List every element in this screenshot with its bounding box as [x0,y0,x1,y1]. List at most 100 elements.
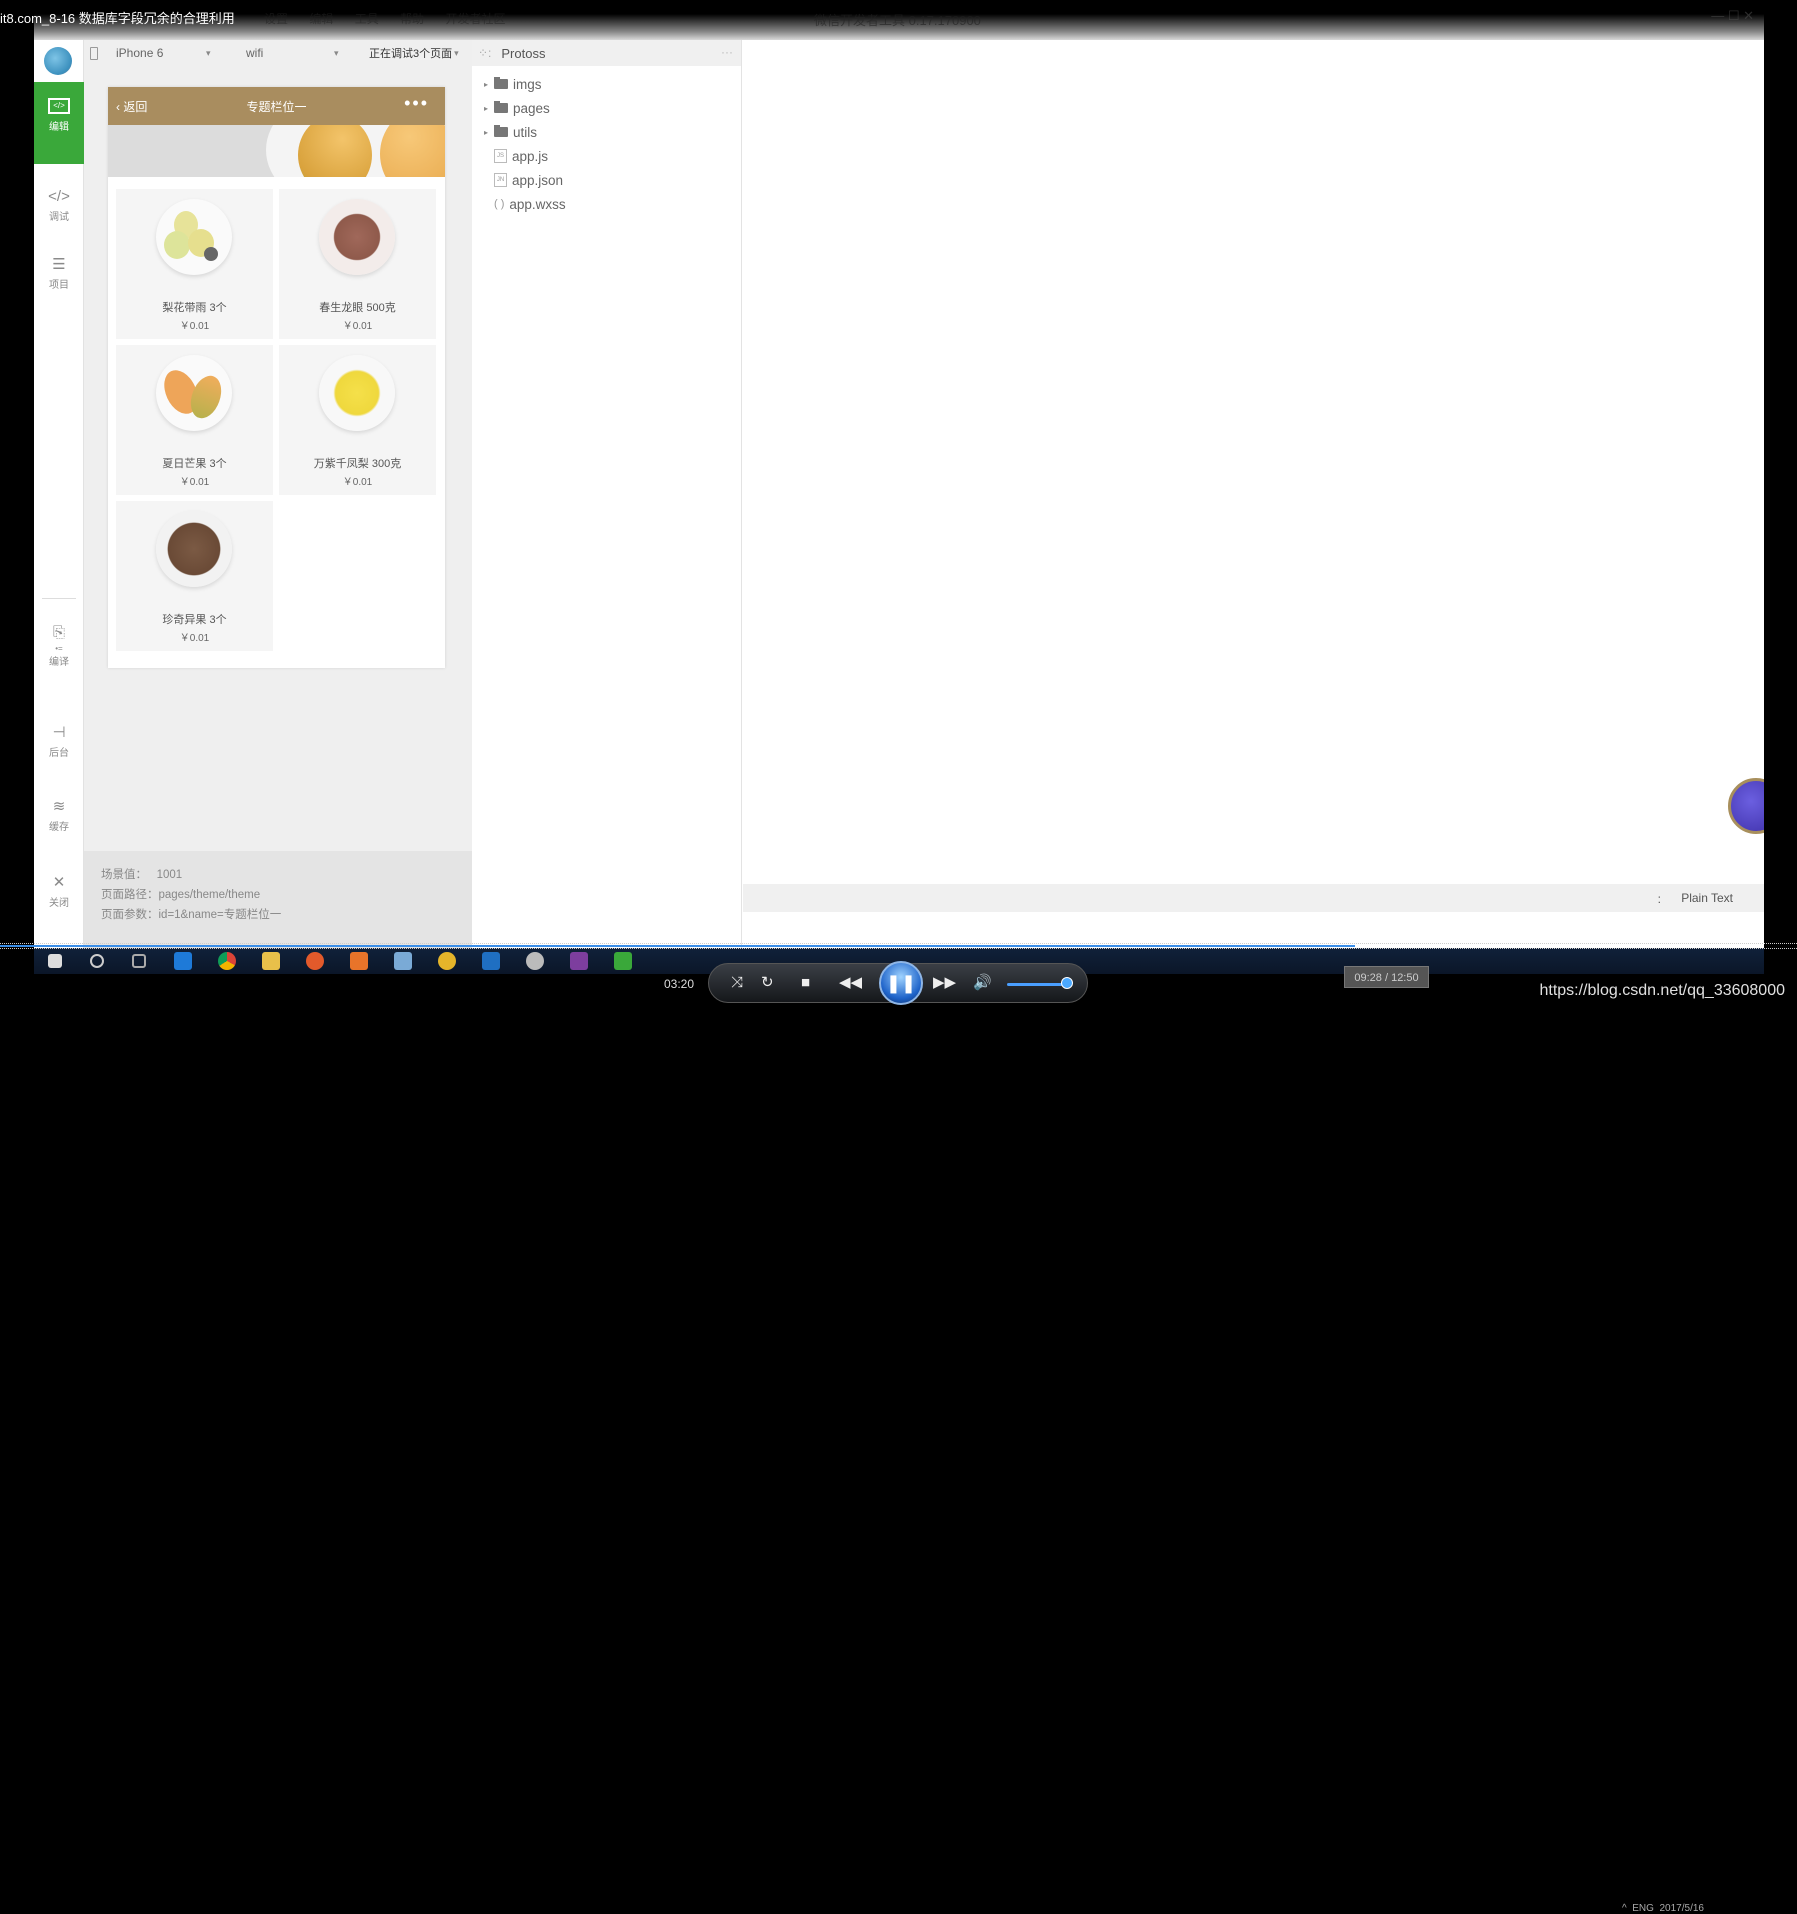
stop-icon[interactable]: ■ [801,974,810,992]
product-image [156,355,232,431]
tree-item-label: app.wxss [509,196,566,212]
product-price: ￥0.01 [179,321,210,332]
vscode-icon[interactable] [482,952,500,970]
volume-icon[interactable]: 🔊 [973,974,992,992]
device-select[interactable]: iPhone 6 [116,46,206,60]
mini-program-navbar: ‹ 返回 专题栏位一 ••• [108,87,445,125]
input-language[interactable]: ENG [1632,1903,1654,1914]
title-bar: 设置 编辑 工具 帮助 开发者社区 微信开发者工具 0.17.170900 — … [34,0,1764,40]
more-icon[interactable]: ••• [404,93,429,114]
code-editor[interactable]: : Plain Text [743,40,1764,948]
product-card[interactable]: 珍奇异果 3个 ￥0.01 [116,501,273,651]
params-value: id=1&name=专题栏位一 [158,909,282,921]
phone-icon [90,46,98,60]
product-card[interactable]: 夏日芒果 3个 ￥0.01 [116,345,273,495]
product-name: 春生龙眼 500克 [319,302,396,314]
product-name: 夏日芒果 3个 [162,458,227,470]
chevron-down-icon[interactable]: ▾ [206,48,246,59]
menu-item[interactable]: 工具 [355,12,379,26]
video-progress-bar[interactable] [0,943,1797,949]
language-mode[interactable]: Plain Text [1681,891,1733,905]
network-select[interactable]: wifi [246,46,334,60]
tree-folder[interactable]: ▸ imgs [472,72,741,96]
product-card[interactable]: 梨花带雨 3个 ￥0.01 [116,189,273,339]
edge-icon[interactable] [174,952,192,970]
app-title: 微信开发者工具 0.17.170900 [814,13,981,28]
tree-item-label: utils [513,124,538,140]
pause-button[interactable]: ❚❚ [879,961,923,1005]
compile-icon: ⎘ [52,624,65,641]
navbar-title: 专题栏位一 [246,100,307,114]
sidebar-item-cache[interactable]: ≋ 缓存 [34,798,84,833]
app-icon[interactable] [438,952,456,970]
window-controls[interactable]: — ☐ ✕ [1711,8,1754,24]
product-card[interactable]: 春生龙眼 500克 ￥0.01 [279,189,436,339]
sidebar-item-project[interactable]: ☰ 项目 [34,256,84,291]
sidebar-item-label: 后台 [49,748,69,759]
task-view-icon[interactable] [132,954,146,968]
status-separator: : [1657,892,1661,906]
menu-lines-icon: ☰ [52,256,66,273]
chevron-right-icon[interactable]: ▸ [484,80,494,89]
shuffle-icon[interactable]: ⤨ [731,974,743,992]
chevron-down-icon[interactable]: ▾ [334,48,369,59]
product-name: 珍奇异果 3个 [162,614,227,626]
search-icon[interactable] [90,954,104,968]
scene-value: 1001 [156,869,183,881]
simulator-toolbar: iPhone 6 ▾ wifi ▾ 正在调试3个页面 ▾ [84,40,472,66]
volume-slider[interactable] [1007,983,1067,986]
sidebar-item-editor[interactable]: </> 编辑 [34,82,84,164]
avatar[interactable] [44,47,72,75]
tree-folder[interactable]: ▸ utils [472,120,741,144]
chevron-up-icon[interactable]: ^ [1622,1903,1627,1914]
tree-file[interactable]: JS app.js [472,144,741,168]
app-icon[interactable] [570,952,588,970]
rewind-icon[interactable]: ◀◀ [839,974,862,992]
wechat-devtools-icon[interactable] [614,952,632,970]
menu-item[interactable]: 编辑 [309,12,333,26]
devtools-window: 设置 编辑 工具 帮助 开发者社区 微信开发者工具 0.17.170900 — … [34,0,1764,948]
sidebar-item-close[interactable]: ✕ 关闭 [34,874,84,909]
project-tree-icon: ⁘: [478,46,492,60]
tree-folder[interactable]: ▸ pages [472,96,741,120]
chevron-right-icon[interactable]: ▸ [484,104,494,113]
params-label: 页面参数： [101,909,159,921]
tree-file[interactable]: ( ) app.wxss [472,192,741,216]
menu-item[interactable]: 设置 [264,12,288,26]
floating-assistant-button[interactable] [1728,778,1764,834]
chrome-icon[interactable] [218,952,236,970]
file-tree: ▸ imgs ▸ pages ▸ utils JS app.js JN app.json … [472,66,741,216]
chevron-right-icon[interactable]: ▸ [484,128,494,137]
editor-icon: </> [48,98,70,114]
product-card[interactable]: 万紫千凤梨 300克 ￥0.01 [279,345,436,495]
sidebar-item-backend[interactable]: ⊣ 后台 [34,724,84,759]
product-price: ￥0.01 [342,477,373,488]
windows-start-icon[interactable] [48,954,62,968]
app-icon[interactable] [306,952,324,970]
product-image [319,199,395,275]
sidebar-item-compile[interactable]: ⎘ •= 编译 [34,624,84,668]
compile-mode-icon: •= [55,644,63,653]
code-icon: </> [48,188,70,205]
xampp-icon[interactable] [350,952,368,970]
tree-file[interactable]: JN app.json [472,168,741,192]
app-icon[interactable] [394,952,412,970]
chevron-down-icon[interactable]: ▾ [454,48,459,59]
more-options-icon[interactable]: ··· [721,45,733,59]
file-explorer-icon[interactable] [262,952,280,970]
debug-pages-select[interactable]: 正在调试3个页面 [369,45,452,61]
layers-icon: ≋ [52,798,66,815]
sidebar-item-debug[interactable]: </> 调试 [34,188,84,223]
menu-item[interactable]: 开发者社区 [445,12,505,26]
sidebar-divider [42,598,76,599]
fast-forward-icon[interactable]: ▶▶ [933,974,956,992]
file-explorer: ⁘: Protoss ··· ▸ imgs ▸ pages ▸ utils JS app… [472,40,742,948]
product-image [156,511,232,587]
banner-mango [298,125,372,177]
app-icon[interactable] [526,952,544,970]
menu-item[interactable]: 帮助 [400,12,424,26]
theme-banner-image [108,125,445,177]
repeat-icon[interactable]: ↻ [761,974,774,992]
volume-slider-handle[interactable] [1061,977,1073,989]
page-info-panel: 场景值： 1001 页面路径：pages/theme/theme 页面参数：id… [84,851,472,948]
